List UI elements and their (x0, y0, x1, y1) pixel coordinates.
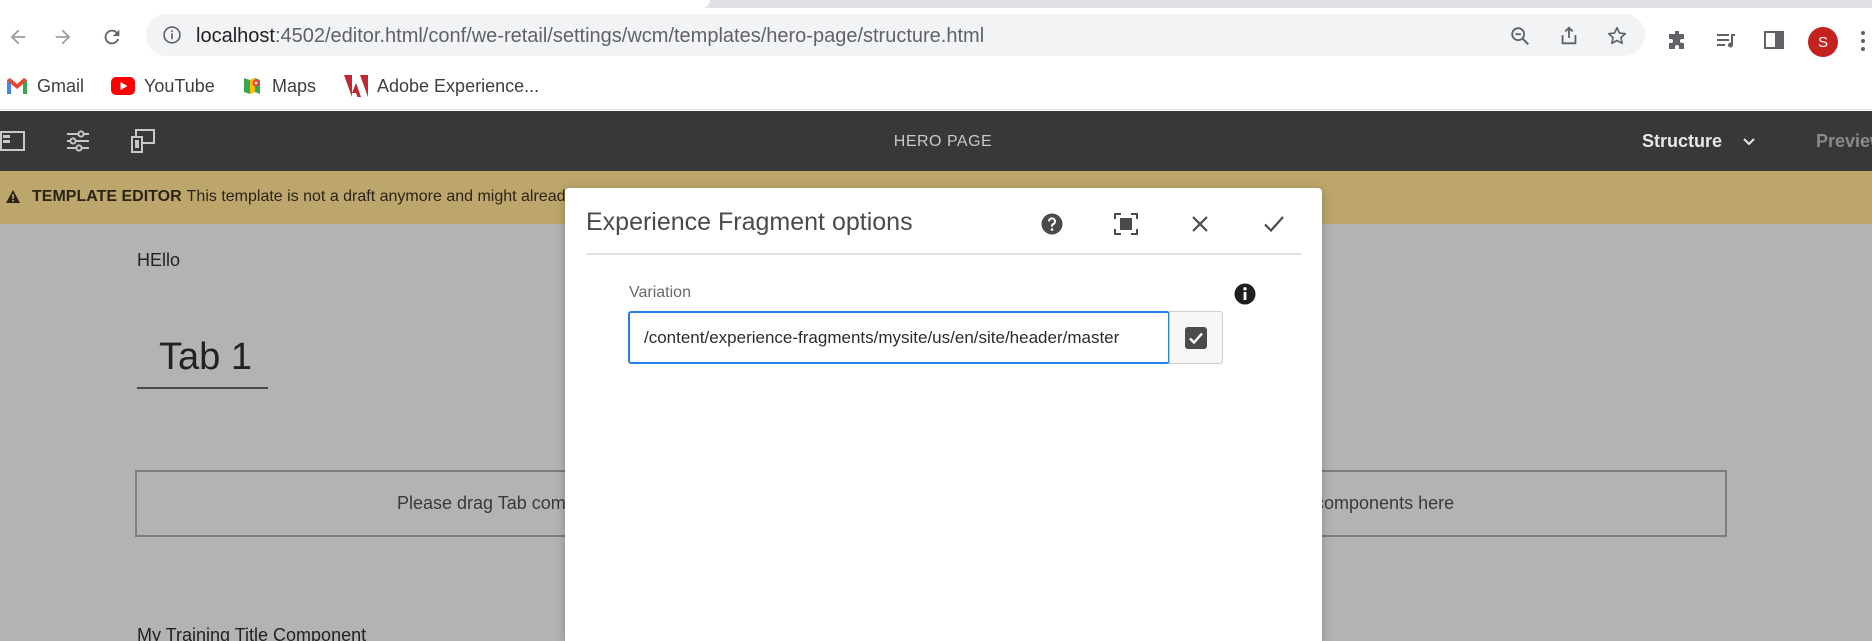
tab-1[interactable]: Tab 1 (137, 336, 268, 389)
bookmark-label: Adobe Experience... (377, 75, 540, 96)
chevron-down-icon[interactable] (1742, 137, 1756, 147)
page-title: HERO PAGE (893, 133, 993, 150)
bookmark-youtube[interactable]: YouTube (111, 73, 215, 99)
mode-selector[interactable]: Structure (1642, 131, 1722, 152)
adobe-icon (344, 75, 368, 97)
dialog-title: Experience Fragment options (586, 208, 913, 236)
side-panel-icon[interactable] (1762, 28, 1786, 52)
share-icon[interactable] (1558, 25, 1580, 47)
path-picker-button[interactable] (1169, 311, 1223, 364)
info-icon[interactable] (1234, 283, 1256, 305)
media-queue-icon[interactable] (1714, 28, 1738, 52)
reload-button[interactable] (97, 22, 127, 52)
url-path: :4502/editor.html/conf/we-retail/setting… (274, 25, 985, 47)
training-title-component[interactable]: My Training Title Component (137, 625, 366, 641)
variation-label: Variation (629, 284, 691, 301)
hello-text-component[interactable]: HEllo (137, 250, 180, 271)
arrow-left-icon (10, 29, 26, 45)
tab-label: Tab 1 (159, 336, 252, 378)
gmail-icon (7, 78, 27, 94)
bookmark-gmail[interactable]: Gmail (6, 73, 84, 99)
url-text: localhost:4502/editor.html/conf/we-retai… (196, 25, 984, 48)
variation-path-input[interactable] (628, 311, 1170, 364)
maps-icon (244, 78, 260, 94)
close-icon (1192, 216, 1208, 232)
browser-tab-strip (0, 0, 1872, 8)
avatar-letter: S (1817, 33, 1828, 51)
cancel-button[interactable] (1185, 209, 1215, 239)
bookmark-label: Gmail (37, 75, 85, 96)
back-button[interactable] (3, 22, 33, 52)
drop-zone-text-right: o components here (1300, 493, 1455, 513)
bookmark-maps[interactable]: Maps (241, 73, 316, 99)
alert-message: This template is not a draft anymore and… (186, 188, 574, 205)
bookmark-adobe[interactable]: Adobe Experience... (344, 73, 539, 99)
fullscreen-icon (1114, 213, 1138, 235)
dialog-divider (586, 253, 1301, 255)
warning-icon (6, 190, 20, 203)
checkbox-checked-icon (1185, 326, 1207, 349)
profile-avatar[interactable]: S (1808, 27, 1838, 57)
alert-label: TEMPLATE EDITOR (32, 188, 182, 205)
extensions-icon[interactable] (1666, 28, 1690, 52)
browser-tab-active[interactable] (0, 0, 710, 8)
alert-text: TEMPLATE EDITOR This template is not a dr… (32, 188, 574, 206)
browser-toolbar: localhost:4502/editor.html/conf/we-retai… (0, 8, 1872, 63)
site-info-icon[interactable] (162, 25, 182, 45)
bookmark-label: YouTube (144, 75, 215, 96)
checkmark-icon (1264, 216, 1284, 233)
zoom-icon[interactable] (1509, 25, 1531, 47)
bookmarks-bar: Gmail YouTube Maps Adobe Experience... (0, 63, 1872, 110)
forward-button[interactable] (48, 22, 78, 52)
bookmark-label: Maps (272, 75, 317, 96)
done-button[interactable] (1259, 209, 1289, 239)
help-icon (1041, 213, 1063, 235)
experience-fragment-dialog: Experience Fragment options Variation (565, 188, 1322, 641)
youtube-icon (111, 77, 135, 95)
more-vert-icon[interactable] (1860, 30, 1866, 52)
drop-zone-text-left: Please drag Tab compo (397, 493, 586, 513)
preview-button[interactable]: Preview (1816, 131, 1872, 152)
help-button[interactable] (1037, 209, 1067, 239)
reload-icon (104, 29, 120, 45)
aem-editor-toolbar: HERO PAGE Structure Preview (0, 111, 1872, 171)
address-bar[interactable]: localhost:4502/editor.html/conf/we-retai… (146, 14, 1645, 56)
fullscreen-button[interactable] (1111, 209, 1141, 239)
arrow-right-icon (55, 29, 71, 45)
url-host: localhost (196, 25, 275, 47)
star-icon[interactable] (1606, 25, 1628, 47)
